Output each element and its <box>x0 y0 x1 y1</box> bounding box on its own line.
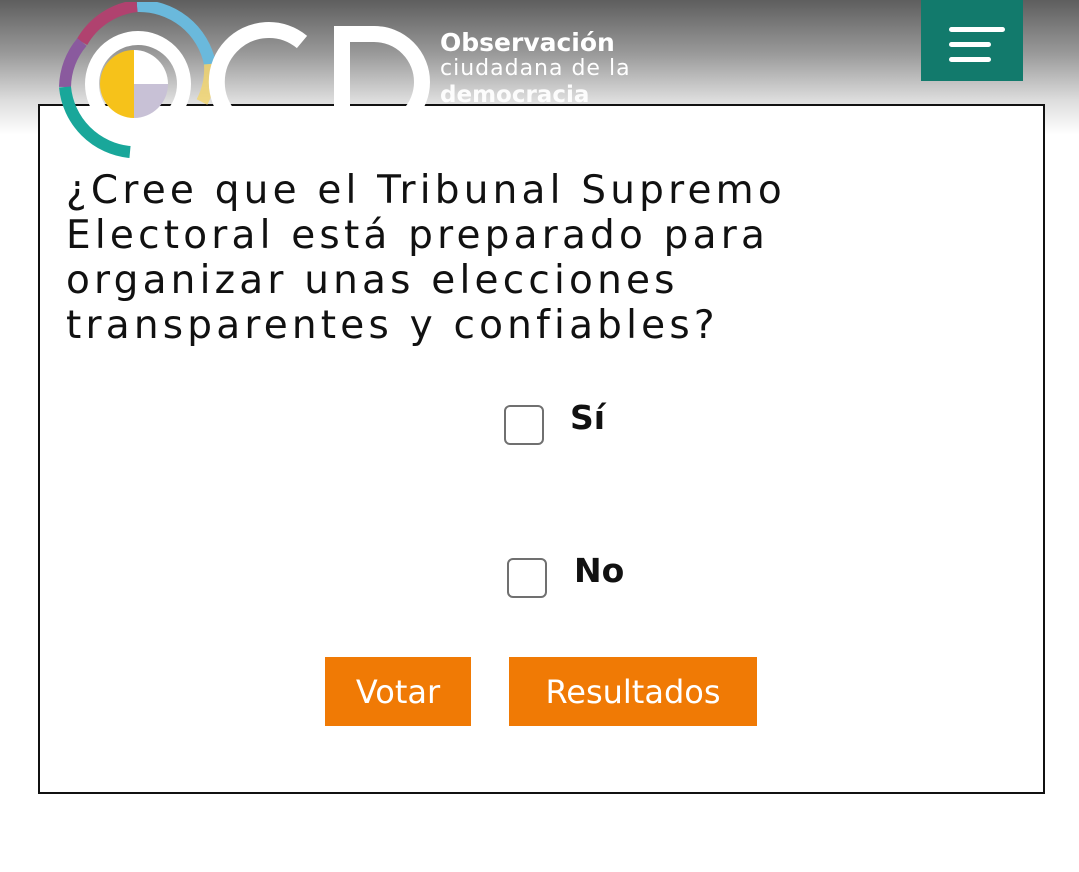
ocd-logo[interactable]: Observación ciudadana de la democracia B… <box>52 2 652 158</box>
poll-question: ¿Cree que el Tribunal Supremo Electoral … <box>66 168 786 348</box>
logo-line-4: BOLIVIA <box>518 107 624 123</box>
results-button[interactable]: Resultados <box>509 657 757 726</box>
logo-line-2: ciudadana de la <box>440 56 631 81</box>
hamburger-menu-icon <box>949 42 991 47</box>
hamburger-menu-icon <box>949 27 1005 32</box>
checkbox-si[interactable] <box>504 405 544 445</box>
vote-button[interactable]: Votar <box>325 657 471 726</box>
poll-option-si[interactable]: Sí <box>504 398 644 450</box>
option-label-no: No <box>574 551 625 590</box>
hamburger-menu-icon <box>949 57 991 62</box>
menu-button[interactable] <box>921 0 1023 81</box>
checkbox-no[interactable] <box>507 558 547 598</box>
logo-text: Observación ciudadana de la democracia B… <box>440 30 631 128</box>
poll-option-no[interactable]: No <box>507 551 667 603</box>
logo-line-1: Observación <box>440 28 615 57</box>
option-label-si: Sí <box>570 398 606 437</box>
